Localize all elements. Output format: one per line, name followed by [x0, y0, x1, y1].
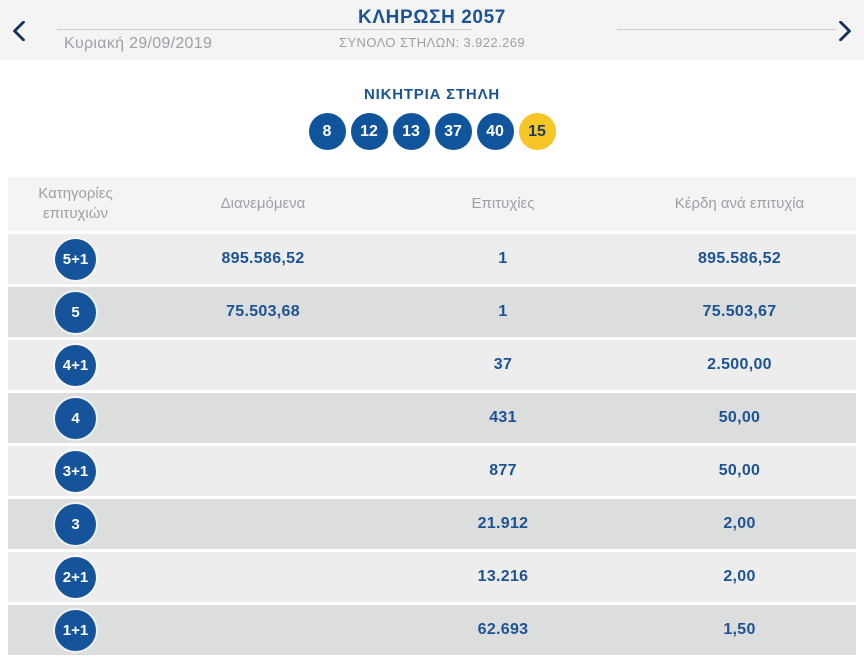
- winning-number-ball: 8: [308, 113, 346, 150]
- winning-number-ball: 37: [434, 113, 472, 150]
- joker-draw-results-page: ΚΛΗΡΩΣΗ 2057 ΣΥΝΟΛΟ ΣΤΗΛΩΝ: 3.922.269 Κυ…: [0, 0, 864, 662]
- distributed-value: 895.586,52: [221, 250, 305, 267]
- prize-value: 2,00: [723, 568, 756, 585]
- header-distributed: Διανεμόμενα: [220, 194, 306, 212]
- category-badge: 4+1: [55, 344, 96, 386]
- hits-value: 21.912: [477, 515, 529, 532]
- prize-value: 50,00: [718, 409, 761, 426]
- category-badge: 3+1: [55, 450, 96, 492]
- winning-column-section: ΝΙΚΗΤΡΙΑ ΣΤΗΛΗ 8 12 13 37 40 15: [0, 86, 864, 150]
- prize-value: 2.500,00: [707, 356, 772, 373]
- table-row: 3 21.912 2,00: [8, 499, 856, 549]
- hits-value: 13.216: [477, 568, 529, 585]
- draw-title: ΚΛΗΡΩΣΗ 2057: [358, 7, 506, 28]
- draw-carousel-header: ΚΛΗΡΩΣΗ 2057 ΣΥΝΟΛΟ ΣΤΗΛΩΝ: 3.922.269 Κυ…: [0, 0, 864, 60]
- prize-value: 75.503,67: [702, 303, 777, 320]
- category-badge: 5: [55, 291, 96, 333]
- next-draw-button[interactable]: [832, 18, 858, 44]
- table-row: 3+1 877 50,00: [8, 446, 856, 496]
- table-row: 4+1 37 2.500,00: [8, 340, 856, 390]
- winning-number-ball: 13: [392, 113, 430, 150]
- header-categories: Κατηγορίες επιτυχιών: [38, 184, 113, 222]
- category-badge: 4: [55, 397, 96, 439]
- hits-value: 62.693: [477, 621, 529, 638]
- category-badge: 5+1: [55, 238, 96, 280]
- category-badge: 1+1: [55, 609, 96, 651]
- winning-numbers-row: 8 12 13 37 40 15: [0, 113, 864, 150]
- hits-value: 1: [498, 250, 508, 267]
- prize-value: 895.586,52: [697, 250, 782, 267]
- winning-number-ball: 40: [476, 113, 514, 150]
- hits-value: 431: [489, 409, 517, 426]
- table-row: 2+1 13.216 2,00: [8, 552, 856, 602]
- hits-value: 877: [489, 462, 517, 479]
- table-row: 1+1 62.693 1,50: [8, 605, 856, 655]
- table-header-row: Κατηγορίες επιτυχιών Διανεμόμενα Επιτυχί…: [8, 177, 856, 231]
- distributed-value: 75.503,68: [226, 303, 300, 320]
- category-badge: 3: [55, 503, 96, 545]
- hits-value: 1: [498, 303, 508, 320]
- joker-number-ball: 15: [518, 113, 556, 150]
- header-prize-per-hit: Κέρδη ανά επιτυχία: [674, 194, 805, 212]
- category-badge: 2+1: [55, 556, 96, 598]
- prize-value: 1,50: [723, 621, 756, 638]
- chevron-right-icon: [839, 21, 851, 41]
- table-row: 5 75.503,68 1 75.503,67: [8, 287, 856, 337]
- winning-column-heading: ΝΙΚΗΤΡΙΑ ΣΤΗΛΗ: [363, 86, 501, 103]
- header-hits: Επιτυχίες: [471, 194, 535, 212]
- table-row: 5+1 895.586,52 1 895.586,52: [8, 234, 856, 284]
- winning-number-ball: 12: [350, 113, 388, 150]
- draw-date: Κυριακή 29/09/2019: [64, 35, 213, 52]
- table-row: 4 431 50,00: [8, 393, 856, 443]
- prize-value: 2,00: [723, 515, 756, 532]
- prize-categories-table: Κατηγορίες επιτυχιών Διανεμόμενα Επιτυχί…: [8, 177, 856, 658]
- hits-value: 37: [493, 356, 513, 373]
- prize-value: 50,00: [718, 462, 761, 479]
